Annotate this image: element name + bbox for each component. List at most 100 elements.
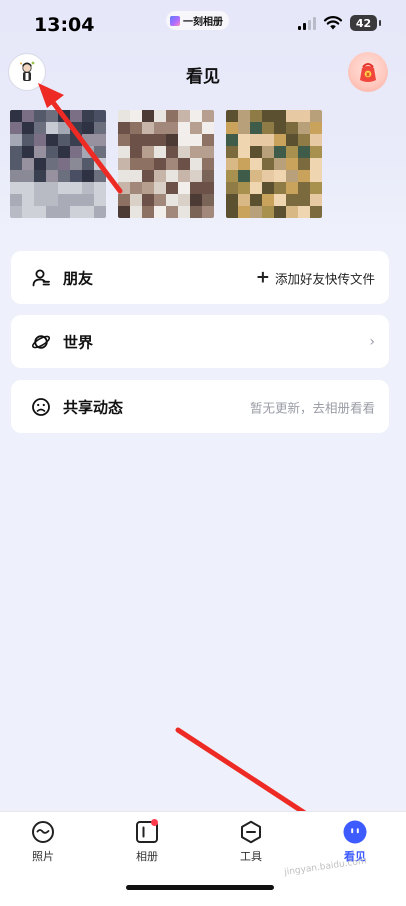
world-card[interactable]: 世界 › xyxy=(11,315,389,368)
photo-mosaic-cell xyxy=(226,122,238,134)
photo-mosaic-cell xyxy=(82,158,94,170)
svg-text:¥: ¥ xyxy=(366,72,370,78)
photo-mosaic-cell xyxy=(310,194,322,206)
photo-mosaic-cell xyxy=(34,206,46,218)
photo-thumbnail[interactable] xyxy=(118,110,214,218)
photo-mosaic-cell xyxy=(166,158,178,170)
photo-mosaic-cell xyxy=(310,110,322,122)
photo-mosaic-cell xyxy=(238,182,250,194)
tab-albums[interactable]: 相册 xyxy=(117,819,177,864)
photo-mosaic-cell xyxy=(250,134,262,146)
photo-mosaic-cell xyxy=(250,122,262,134)
photo-mosaic-cell xyxy=(190,206,202,218)
photo-mosaic-cell xyxy=(34,122,46,134)
photo-mosaic-cell xyxy=(274,146,286,158)
photo-mosaic-cell xyxy=(298,122,310,134)
photo-mosaic-cell xyxy=(262,122,274,134)
photo-mosaic-cell xyxy=(286,122,298,134)
photo-mosaic-cell xyxy=(82,122,94,134)
photo-mosaic-cell xyxy=(298,110,310,122)
photo-mosaic-cell xyxy=(226,158,238,170)
friends-icon xyxy=(32,269,50,286)
friends-label: 朋友 xyxy=(63,269,94,287)
photo-thumbnail[interactable] xyxy=(10,110,106,218)
photo-mosaic-cell xyxy=(22,170,34,182)
photo-mosaic-cell xyxy=(250,158,262,170)
photo-mosaic-cell xyxy=(226,194,238,206)
photo-mosaic-cell xyxy=(142,182,154,194)
photo-mosaic-cell xyxy=(274,158,286,170)
add-friend-link[interactable]: + 添加好友快传文件 xyxy=(256,268,375,287)
photo-mosaic-cell xyxy=(58,182,70,194)
photo-mosaic-cell xyxy=(58,206,70,218)
photo-mosaic-cell xyxy=(310,158,322,170)
photo-mosaic-cell xyxy=(238,110,250,122)
photo-mosaic-cell xyxy=(46,158,58,170)
photo-mosaic-cell xyxy=(70,134,82,146)
photo-mosaic-cell xyxy=(118,122,130,134)
photo-mosaic-cell xyxy=(190,134,202,146)
photo-mosaic-cell xyxy=(142,170,154,182)
photo-mosaic-cell xyxy=(166,170,178,182)
photo-mosaic-cell xyxy=(298,158,310,170)
photo-mosaic-cell xyxy=(154,182,166,194)
photo-mosaic-cell xyxy=(130,194,142,206)
tab-tools-label: 工具 xyxy=(240,850,262,863)
photo-mosaic-cell xyxy=(178,110,190,122)
photo-mosaic-cell xyxy=(58,134,70,146)
photo-mosaic-cell xyxy=(286,170,298,182)
photo-mosaic-cell xyxy=(118,158,130,170)
app-indicator-pill[interactable]: 一刻相册 xyxy=(166,11,229,30)
photo-mosaic-cell xyxy=(58,146,70,158)
photo-mosaic-cell xyxy=(178,122,190,134)
photo-mosaic-cell xyxy=(94,146,106,158)
photo-mosaic-cell xyxy=(70,122,82,134)
photo-mosaic-cell xyxy=(82,182,94,194)
photo-mosaic-cell xyxy=(70,170,82,182)
photo-mosaic-cell xyxy=(310,170,322,182)
photo-mosaic-cell xyxy=(274,194,286,206)
photo-mosaic-cell xyxy=(10,182,22,194)
photo-mosaic-cell xyxy=(118,170,130,182)
photo-mosaic-cell xyxy=(202,122,214,134)
photo-mosaic-cell xyxy=(250,194,262,206)
photo-mosaic-cell xyxy=(94,158,106,170)
tab-photos[interactable]: 照片 xyxy=(13,820,73,864)
photo-mosaic-cell xyxy=(250,182,262,194)
photo-mosaic-cell xyxy=(22,194,34,206)
shared-activity-card[interactable]: 共享动态 暂无更新，去相册看看 xyxy=(11,380,389,433)
photo-mosaic-cell xyxy=(46,146,58,158)
photo-mosaic-cell xyxy=(22,182,34,194)
photo-mosaic-cell xyxy=(250,146,262,158)
photo-mosaic-cell xyxy=(10,134,22,146)
shared-activity-label: 共享动态 xyxy=(63,398,124,416)
photo-mosaic-cell xyxy=(34,194,46,206)
photo-mosaic-cell xyxy=(286,182,298,194)
photo-mosaic-cell xyxy=(22,158,34,170)
photo-mosaic-cell xyxy=(46,206,58,218)
shared-activity-hint[interactable]: 暂无更新，去相册看看 xyxy=(250,397,375,416)
photo-mosaic-cell xyxy=(34,146,46,158)
photo-mosaic-cell xyxy=(298,170,310,182)
photo-mosaic-cell xyxy=(142,146,154,158)
photo-mosaic-cell xyxy=(82,110,94,122)
photo-mosaic-cell xyxy=(70,182,82,194)
photo-mosaic-cell xyxy=(154,122,166,134)
photo-mosaic-cell xyxy=(178,158,190,170)
tools-hexagon-icon xyxy=(241,820,261,844)
photo-mosaic-cell xyxy=(58,158,70,170)
photo-mosaic-cell xyxy=(286,110,298,122)
photo-mosaic-cell xyxy=(58,122,70,134)
photo-mosaic-cell xyxy=(10,194,22,206)
photo-mosaic-cell xyxy=(34,110,46,122)
photo-mosaic-cell xyxy=(286,158,298,170)
photo-mosaic-cell xyxy=(94,182,106,194)
photo-mosaic-cell xyxy=(262,158,274,170)
photo-mosaic-cell xyxy=(142,134,154,146)
world-label: 世界 xyxy=(63,333,94,351)
tab-tools[interactable]: 工具 xyxy=(221,820,281,864)
photo-thumbnail[interactable] xyxy=(226,110,322,218)
photo-mosaic-cell xyxy=(202,110,214,122)
friends-card[interactable]: 朋友 + 添加好友快传文件 xyxy=(11,251,389,304)
gift-button[interactable]: ¥ xyxy=(348,52,388,92)
